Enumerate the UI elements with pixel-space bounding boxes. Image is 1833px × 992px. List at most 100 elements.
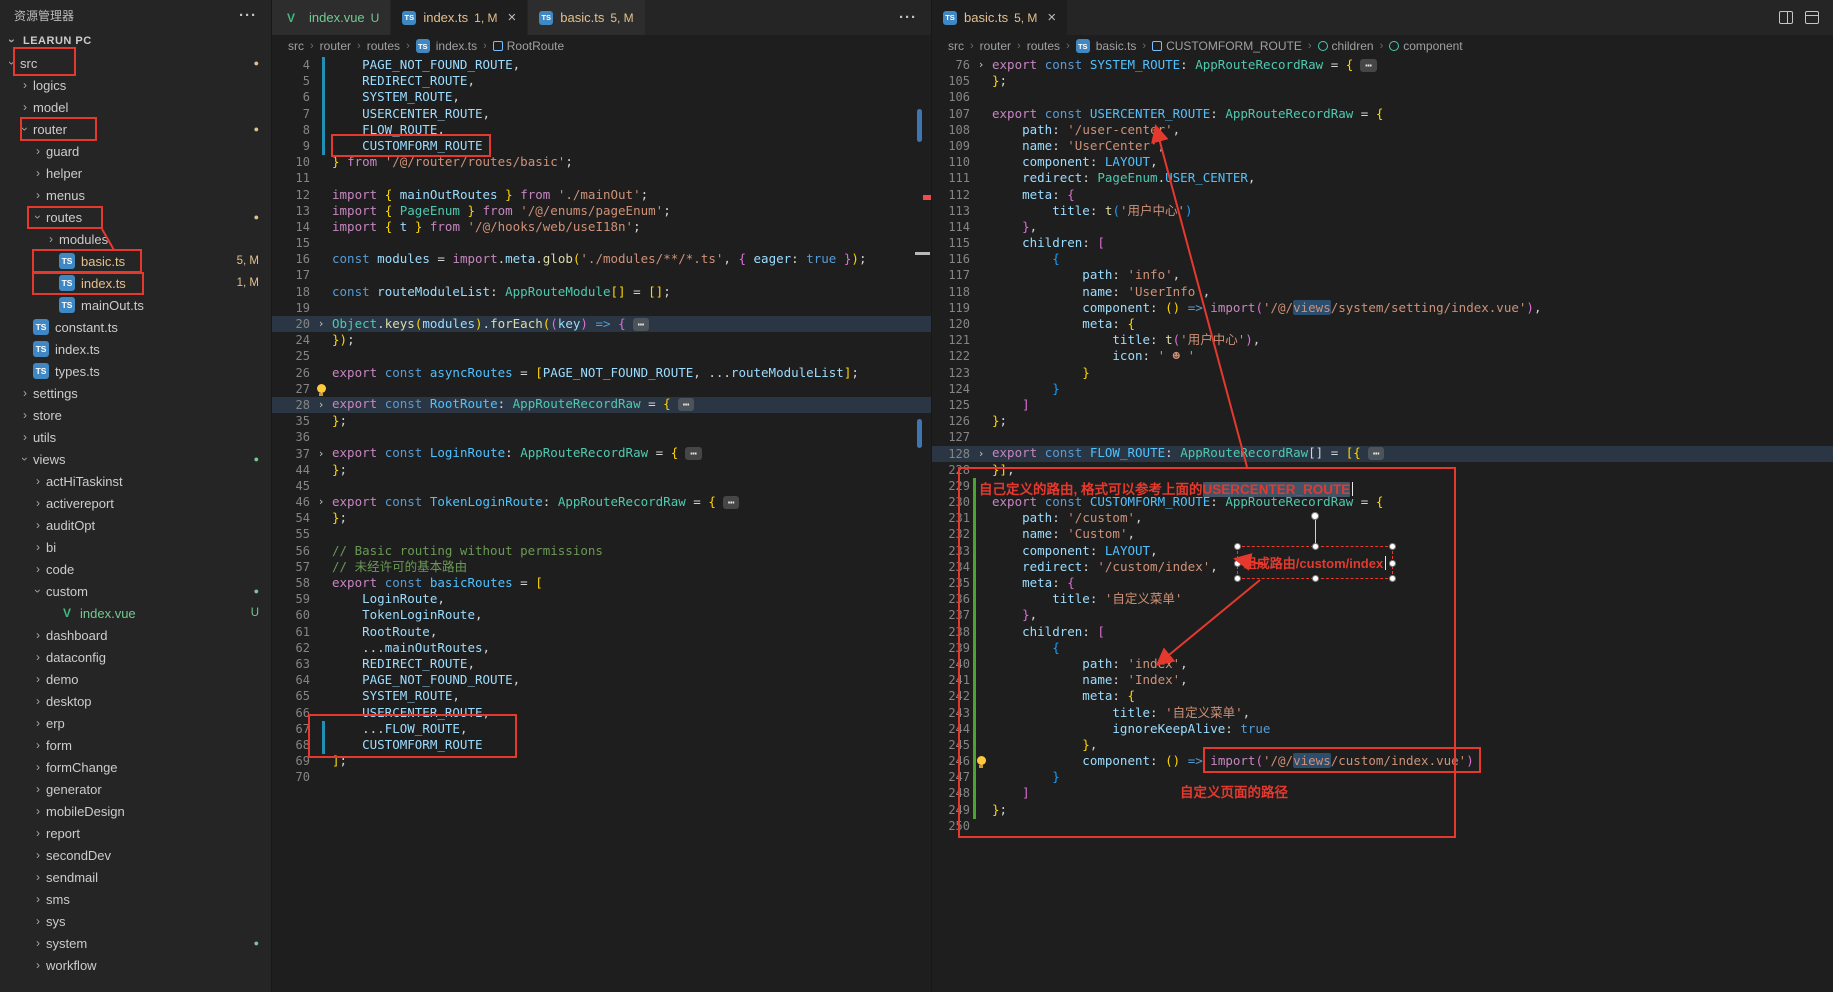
- code-line-247[interactable]: 247 }: [932, 769, 1833, 785]
- breadcrumb-item-component[interactable]: component: [1389, 39, 1462, 53]
- code-line-63[interactable]: 63 REDIRECT_ROUTE,: [272, 656, 931, 672]
- code-line-64[interactable]: 64 PAGE_NOT_FOUND_ROUTE,: [272, 672, 931, 688]
- tree-item-bi[interactable]: ›bi: [0, 536, 271, 558]
- tree-item-secondDev[interactable]: ›secondDev: [0, 844, 271, 866]
- tree-item-sys[interactable]: ›sys: [0, 910, 271, 932]
- code-line-18[interactable]: 18const routeModuleList: AppRouteModule[…: [272, 284, 931, 300]
- code-line-16[interactable]: 16const modules = import.meta.glob('./mo…: [272, 251, 931, 267]
- code-line-244[interactable]: 244 ignoreKeepAlive: true: [932, 721, 1833, 737]
- code-line-228[interactable]: 228}];: [932, 462, 1833, 478]
- code-line-106[interactable]: 106: [932, 89, 1833, 105]
- tree-item-utils[interactable]: ›utils: [0, 426, 271, 448]
- tab-basic.ts[interactable]: TSbasic.ts5, M×: [932, 0, 1068, 35]
- tree-item-form[interactable]: ›form: [0, 734, 271, 756]
- tab-index.ts[interactable]: TSindex.ts1, M×: [391, 0, 528, 35]
- tree-item-dataconfig[interactable]: ›dataconfig: [0, 646, 271, 668]
- code-line-8[interactable]: 8 FLOW_ROUTE,: [272, 122, 931, 138]
- code-line-126[interactable]: 126};: [932, 413, 1833, 429]
- code-line-114[interactable]: 114 },: [932, 219, 1833, 235]
- code-line-54[interactable]: 54};: [272, 510, 931, 526]
- breadcrumb-item-CUSTOMFORM_ROUTE[interactable]: CUSTOMFORM_ROUTE: [1152, 39, 1302, 53]
- code-editor-middle[interactable]: 4 PAGE_NOT_FOUND_ROUTE,5 REDIRECT_ROUTE,…: [272, 57, 931, 992]
- tree-item-store[interactable]: ›store: [0, 404, 271, 426]
- split-editor-icon[interactable]: [1779, 11, 1793, 24]
- tree-item-sms[interactable]: ›sms: [0, 888, 271, 910]
- breadcrumb-item-routes[interactable]: routes: [1027, 39, 1060, 53]
- tree-item-code[interactable]: ›code: [0, 558, 271, 580]
- tree-item-mainOut.ts[interactable]: TSmainOut.ts: [0, 294, 271, 316]
- breadcrumb-item-RootRoute[interactable]: RootRoute: [493, 39, 564, 53]
- code-line-128[interactable]: 128›export const FLOW_ROUTE: AppRouteRec…: [932, 446, 1833, 462]
- code-line-14[interactable]: 14import { t } from '/@/hooks/web/useI18…: [272, 219, 931, 235]
- code-line-26[interactable]: 26export const asyncRoutes = [PAGE_NOT_F…: [272, 365, 931, 381]
- tree-item-erp[interactable]: ›erp: [0, 712, 271, 734]
- tree-item-guard[interactable]: ›guard: [0, 140, 271, 162]
- tree-item-basic.ts[interactable]: TSbasic.ts5, M: [0, 250, 271, 272]
- code-line-238[interactable]: 238 children: [: [932, 624, 1833, 640]
- explorer-more-icon[interactable]: ···: [239, 7, 257, 24]
- code-line-113[interactable]: 113 title: t('用户中心'): [932, 203, 1833, 219]
- code-line-245[interactable]: 245 },: [932, 737, 1833, 753]
- code-line-46[interactable]: 46›export const TokenLoginRoute: AppRout…: [272, 494, 931, 510]
- tree-item-activereport[interactable]: ›activereport: [0, 492, 271, 514]
- code-line-25[interactable]: 25: [272, 348, 931, 364]
- tree-item-workflow[interactable]: ›workflow: [0, 954, 271, 976]
- code-line-120[interactable]: 120 meta: {: [932, 316, 1833, 332]
- code-line-45[interactable]: 45: [272, 478, 931, 494]
- code-line-69[interactable]: 69];: [272, 753, 931, 769]
- code-line-65[interactable]: 65 SYSTEM_ROUTE,: [272, 688, 931, 704]
- customize-layout-icon[interactable]: [1805, 11, 1819, 24]
- tree-item-auditOpt[interactable]: ›auditOpt: [0, 514, 271, 536]
- code-line-58[interactable]: 58export const basicRoutes = [: [272, 575, 931, 591]
- tree-item-index.vue[interactable]: Vindex.vueU: [0, 602, 271, 624]
- code-line-110[interactable]: 110 component: LAYOUT,: [932, 154, 1833, 170]
- code-line-105[interactable]: 105};: [932, 73, 1833, 89]
- code-line-56[interactable]: 56// Basic routing without permissions: [272, 543, 931, 559]
- code-line-37[interactable]: 37›export const LoginRoute: AppRouteReco…: [272, 446, 931, 462]
- tab-basic.ts[interactable]: TSbasic.ts5, M: [528, 0, 645, 35]
- code-line-243[interactable]: 243 title: '自定义菜单',: [932, 705, 1833, 721]
- code-line-9[interactable]: 9 CUSTOMFORM_ROUTE: [272, 138, 931, 154]
- code-line-61[interactable]: 61 RootRoute,: [272, 624, 931, 640]
- code-line-240[interactable]: 240 path: 'index',: [932, 656, 1833, 672]
- code-line-17[interactable]: 17: [272, 267, 931, 283]
- code-line-109[interactable]: 109 name: 'UserCenter',: [932, 138, 1833, 154]
- code-line-70[interactable]: 70: [272, 769, 931, 785]
- code-line-117[interactable]: 117 path: 'info',: [932, 267, 1833, 283]
- tree-item-src[interactable]: ›src●: [0, 52, 271, 74]
- code-line-112[interactable]: 112 meta: {: [932, 187, 1833, 203]
- code-line-124[interactable]: 124 }: [932, 381, 1833, 397]
- tree-item-helper[interactable]: ›helper: [0, 162, 271, 184]
- breadcrumb-item-router[interactable]: router: [320, 39, 351, 53]
- code-line-19[interactable]: 19: [272, 300, 931, 316]
- code-line-246[interactable]: 246 component: () => import('/@/views/cu…: [932, 753, 1833, 769]
- tree-item-settings[interactable]: ›settings: [0, 382, 271, 404]
- tree-item-constant.ts[interactable]: TSconstant.ts: [0, 316, 271, 338]
- code-line-57[interactable]: 57// 未经许可的基本路由: [272, 559, 931, 575]
- tree-item-custom[interactable]: ›custom●: [0, 580, 271, 602]
- tree-item-views[interactable]: ›views●: [0, 448, 271, 470]
- code-line-13[interactable]: 13import { PageEnum } from '/@/enums/pag…: [272, 203, 931, 219]
- code-line-66[interactable]: 66 USERCENTER_ROUTE,: [272, 705, 931, 721]
- tab-index.vue[interactable]: Vindex.vueU: [272, 0, 391, 35]
- close-icon[interactable]: ×: [507, 10, 516, 25]
- code-line-231[interactable]: 231 path: '/custom',: [932, 510, 1833, 526]
- tree-item-index.ts[interactable]: TSindex.ts: [0, 338, 271, 360]
- code-line-68[interactable]: 68 CUSTOMFORM_ROUTE: [272, 737, 931, 753]
- code-line-44[interactable]: 44};: [272, 462, 931, 478]
- tree-item-logics[interactable]: ›logics: [0, 74, 271, 96]
- editor-actions-icon[interactable]: ···: [885, 9, 931, 26]
- breadcrumb-item-router[interactable]: router: [980, 39, 1011, 53]
- code-line-10[interactable]: 10} from '/@/router/routes/basic';: [272, 154, 931, 170]
- code-line-4[interactable]: 4 PAGE_NOT_FOUND_ROUTE,: [272, 57, 931, 73]
- code-line-15[interactable]: 15: [272, 235, 931, 251]
- tree-item-routes[interactable]: ›routes●: [0, 206, 271, 228]
- code-line-122[interactable]: 122 icon: ' ☻ ': [932, 348, 1833, 364]
- code-line-229[interactable]: 229: [932, 478, 1833, 494]
- breadcrumb-item-basic.ts[interactable]: TSbasic.ts: [1076, 39, 1137, 53]
- code-line-27[interactable]: 27: [272, 381, 931, 397]
- code-line-125[interactable]: 125 ]: [932, 397, 1833, 413]
- code-line-108[interactable]: 108 path: '/user-center',: [932, 122, 1833, 138]
- code-line-250[interactable]: 250: [932, 818, 1833, 834]
- code-line-76[interactable]: 76›export const SYSTEM_ROUTE: AppRouteRe…: [932, 57, 1833, 73]
